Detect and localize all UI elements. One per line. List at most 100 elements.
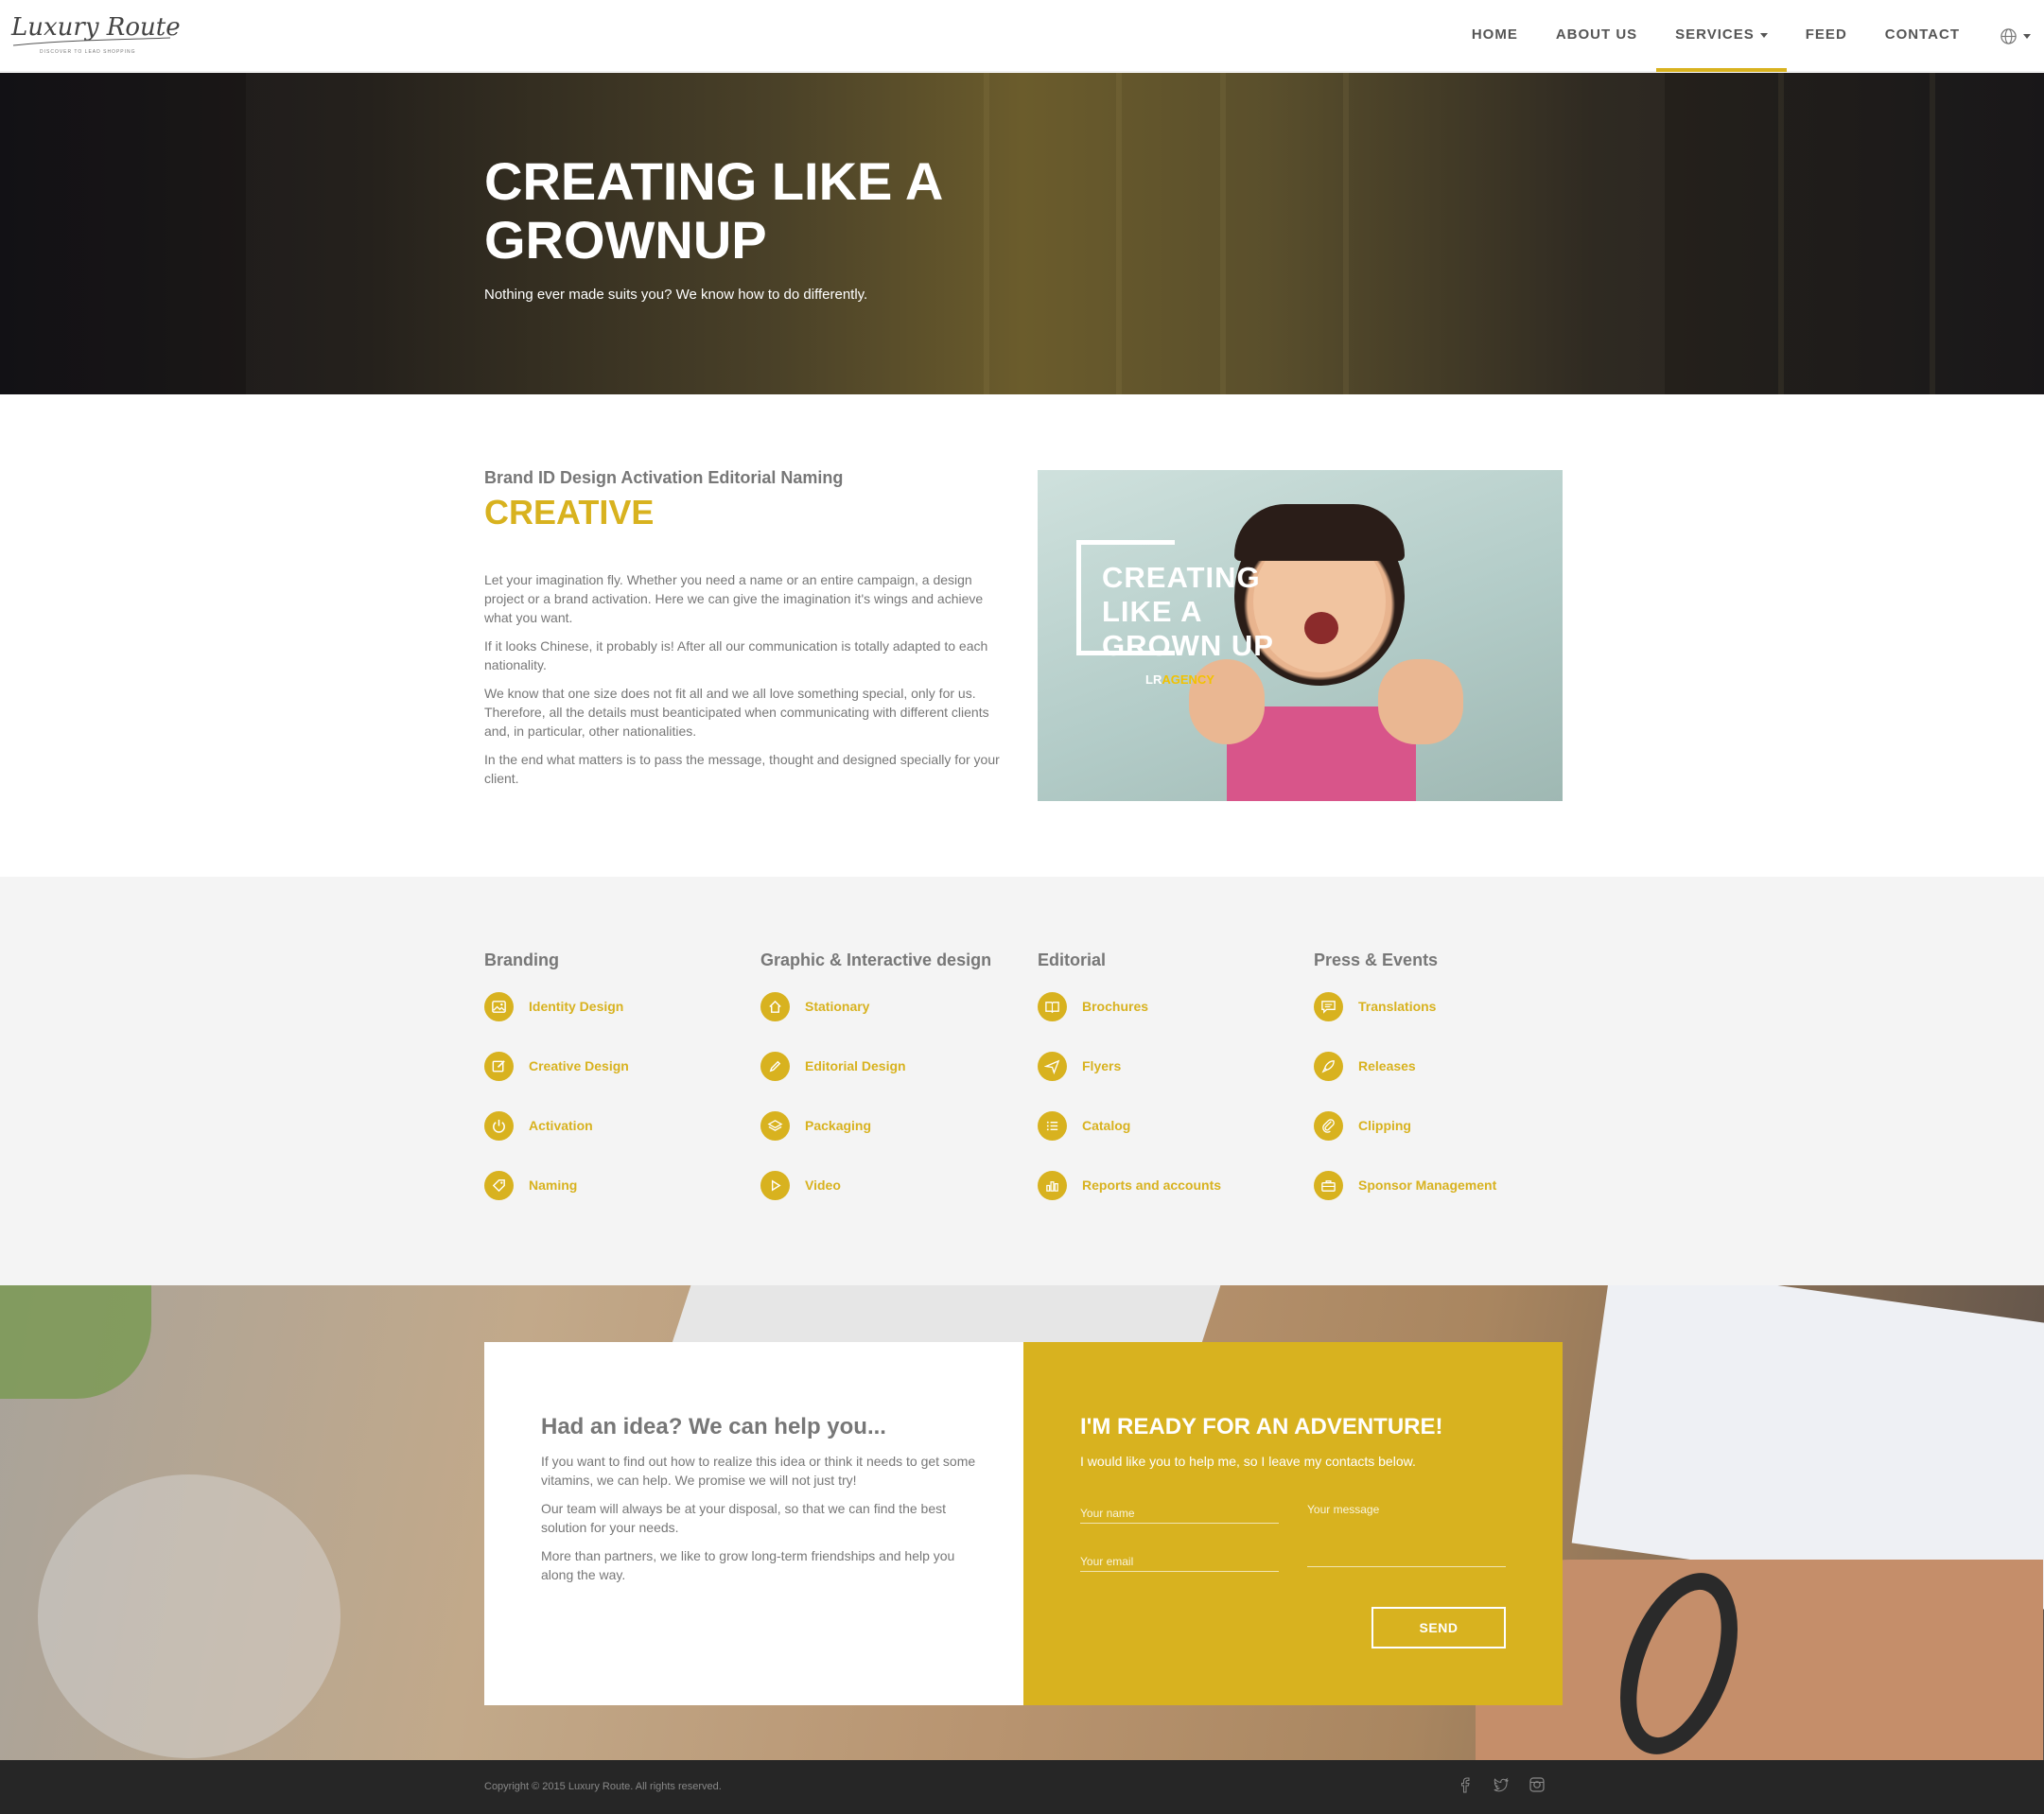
message-field-wrapper: [1307, 1497, 1506, 1567]
service-item[interactable]: Identity Design: [484, 991, 749, 1021]
creative-title: CREATIVE: [484, 493, 655, 532]
contact-info-paragraph: If you want to find out how to realize t…: [541, 1454, 976, 1488]
bar-chart-icon: [1038, 1170, 1067, 1200]
services-grid: Branding Identity Design Creative Design…: [0, 877, 2044, 1285]
service-label: Translations: [1358, 999, 1437, 1014]
logo[interactable]: Luxury Route DISCOVER TO LEAD SHOPPING: [11, 11, 181, 57]
hero-subtitle: Nothing ever made suits you? We know how…: [484, 287, 868, 303]
service-label: Releases: [1358, 1058, 1416, 1073]
globe-icon: [2000, 27, 2017, 44]
paperclip-icon: [1314, 1110, 1343, 1141]
service-item[interactable]: Sponsor Management: [1314, 1170, 1579, 1200]
service-item[interactable]: Translations: [1314, 991, 1579, 1021]
services-column-title: Press & Events: [1314, 951, 1439, 969]
main-nav: HOME ABOUT US SERVICES FEED CONTACT: [1453, 0, 2044, 72]
nav-about-us[interactable]: ABOUT US: [1537, 0, 1656, 72]
service-label: Sponsor Management: [1358, 1177, 1497, 1193]
book-icon: [1038, 991, 1067, 1021]
creative-image: CREATING LIKE A GROWN UP LRAGENCY: [1038, 470, 1563, 801]
service-label: Video: [805, 1177, 841, 1193]
services-column-title: Editorial: [1038, 951, 1107, 969]
twitter-icon[interactable]: [1491, 1773, 1511, 1796]
image-overlay-tag: LRAGENCY: [1145, 672, 1214, 687]
layers-icon: [760, 1110, 790, 1141]
nav-home[interactable]: HOME: [1453, 0, 1537, 72]
hero-background-building: [0, 73, 246, 394]
name-field-wrapper: [1080, 1497, 1279, 1524]
social-links: [1455, 1773, 1547, 1796]
send-button[interactable]: SEND: [1371, 1607, 1506, 1648]
chevron-down-icon: [2023, 33, 2031, 39]
service-label: Flyers: [1082, 1058, 1122, 1073]
service-item[interactable]: Releases: [1314, 1051, 1579, 1081]
background-plant: [0, 1285, 151, 1399]
nav-services[interactable]: SERVICES: [1656, 0, 1787, 72]
image-tag-agency: AGENCY: [1162, 672, 1214, 687]
facebook-icon[interactable]: [1455, 1773, 1476, 1796]
service-item[interactable]: Catalog: [1038, 1110, 1302, 1141]
service-label: Naming: [529, 1177, 578, 1193]
photo-child-hand: [1378, 659, 1463, 744]
image-overlay-text: CREATING LIKE A GROWN UP: [1102, 561, 1274, 663]
instagram-icon[interactable]: [1527, 1773, 1547, 1796]
service-item[interactable]: Video: [760, 1170, 1025, 1200]
service-label: Stationary: [805, 999, 870, 1014]
contact-info-card: Had an idea? We can help you... If you w…: [484, 1342, 1023, 1705]
service-label: Clipping: [1358, 1118, 1411, 1133]
hero-background-column: [1778, 73, 1784, 394]
service-item[interactable]: Stationary: [760, 991, 1025, 1021]
service-item[interactable]: Activation: [484, 1110, 749, 1141]
service-item[interactable]: Creative Design: [484, 1051, 749, 1081]
message-field[interactable]: [1307, 1497, 1506, 1566]
service-item[interactable]: Reports and accounts: [1038, 1170, 1302, 1200]
creative-paragraph: We know that one size does not fit all a…: [484, 686, 989, 739]
paper-plane-icon: [1038, 1051, 1067, 1081]
creative-kicker: Brand ID Design Activation Editorial Nam…: [484, 468, 844, 487]
service-label: Brochures: [1082, 999, 1149, 1014]
home-icon: [760, 991, 790, 1021]
image-overlay-line: CREATING: [1102, 561, 1261, 594]
creative-body: Let your imagination fly. Whether you ne…: [484, 570, 1005, 797]
background-glass: [38, 1474, 341, 1758]
service-label: Activation: [529, 1118, 593, 1133]
service-item[interactable]: Editorial Design: [760, 1051, 1025, 1081]
nav-feed[interactable]: FEED: [1787, 0, 1866, 72]
contact-form-subtitle: I would like you to help me, so I leave …: [1080, 1454, 1416, 1469]
play-icon: [760, 1170, 790, 1200]
site-header: Luxury Route DISCOVER TO LEAD SHOPPING H…: [0, 0, 2044, 72]
chat-icon: [1314, 991, 1343, 1021]
rocket-icon: [1314, 1051, 1343, 1081]
image-icon: [484, 991, 514, 1021]
contact-form-title: I'M READY FOR AN ADVENTURE!: [1080, 1414, 1443, 1439]
nav-contact[interactable]: CONTACT: [1866, 0, 1979, 72]
service-label: Editorial Design: [805, 1058, 906, 1073]
name-field[interactable]: [1080, 1497, 1279, 1523]
hero-background-column: [1930, 73, 1935, 394]
service-label: Identity Design: [529, 999, 624, 1014]
language-selector[interactable]: [1979, 0, 2044, 72]
service-item[interactable]: Flyers: [1038, 1051, 1302, 1081]
image-overlay-line: LIKE A: [1102, 595, 1203, 628]
hero-title: CREATING LIKE A GROWNUP: [484, 151, 942, 270]
briefcase-icon: [1314, 1170, 1343, 1200]
tag-icon: [484, 1170, 514, 1200]
logo-tagline: DISCOVER TO LEAD SHOPPING: [40, 49, 136, 55]
image-overlay-line: GROWN UP: [1102, 629, 1274, 662]
service-item[interactable]: Clipping: [1314, 1110, 1579, 1141]
photo-child-hair: [1234, 504, 1405, 561]
edit-icon: [484, 1051, 514, 1081]
service-item[interactable]: Naming: [484, 1170, 749, 1200]
creative-paragraph: If it looks Chinese, it probably is! Aft…: [484, 638, 988, 672]
service-label: Reports and accounts: [1082, 1177, 1222, 1193]
hero-background-column: [1343, 73, 1349, 394]
power-icon: [484, 1110, 514, 1141]
email-field-wrapper: [1080, 1545, 1279, 1572]
contact-info-title: Had an idea? We can help you...: [541, 1414, 886, 1439]
contact-info-body: If you want to find out how to realize t…: [541, 1452, 976, 1594]
service-item[interactable]: Brochures: [1038, 991, 1302, 1021]
creative-paragraph: In the end what matters is to pass the m…: [484, 752, 1000, 786]
email-field[interactable]: [1080, 1545, 1279, 1571]
services-column-title: Branding: [484, 951, 559, 969]
service-item[interactable]: Packaging: [760, 1110, 1025, 1141]
service-label: Catalog: [1082, 1118, 1131, 1133]
